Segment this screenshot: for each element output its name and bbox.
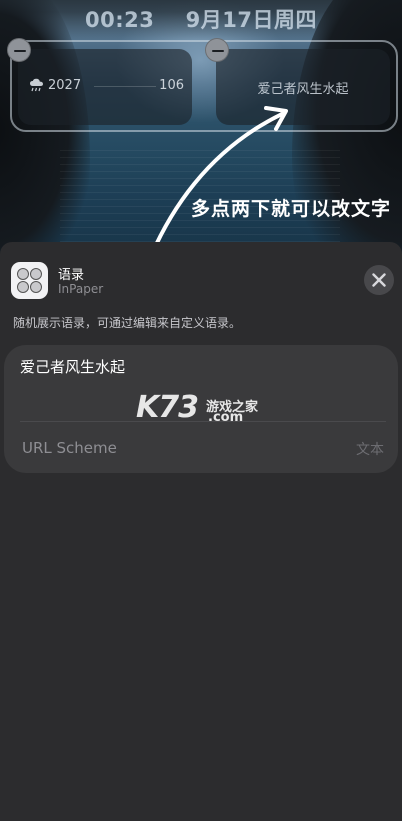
widget-app-name: InPaper bbox=[58, 282, 104, 296]
quote-widget-text: 爱己者风生水起 bbox=[257, 82, 349, 97]
widget-config-sheet: 语录 InPaper 随机展示语录，可通过编辑来自定义语录。 URL Schem… bbox=[0, 242, 402, 821]
weather-widget[interactable]: 2027 106 bbox=[18, 49, 192, 125]
lock-time: 00:23 bbox=[85, 8, 155, 32]
quote-text-field[interactable] bbox=[20, 357, 380, 375]
lock-date: 9月17日周四 bbox=[185, 8, 317, 32]
weather-divider-line bbox=[94, 86, 156, 87]
lock-screen-clock: 00:23 9月17日周四 bbox=[0, 4, 402, 34]
widget-title: 语录 bbox=[58, 268, 85, 283]
remove-quote-widget-button[interactable] bbox=[205, 38, 229, 62]
close-icon bbox=[372, 273, 386, 287]
remove-weather-widget-button[interactable] bbox=[7, 38, 31, 62]
close-button[interactable] bbox=[364, 265, 394, 295]
watermark-brand: K73 bbox=[136, 390, 199, 425]
k73-watermark: K73 游戏之家 .com bbox=[136, 390, 276, 428]
weather-right-value: 106 bbox=[159, 78, 184, 93]
watermark-domain: .com bbox=[208, 410, 244, 425]
url-scheme-label: URL Scheme bbox=[22, 439, 117, 457]
weather-left-value: 2027 bbox=[48, 78, 82, 93]
url-scheme-field[interactable]: 文本 bbox=[356, 439, 384, 459]
widget-description: 随机展示语录，可通过编辑来自定义语录。 bbox=[13, 316, 242, 330]
rain-cloud-icon bbox=[30, 78, 43, 92]
inpaper-app-icon bbox=[11, 262, 48, 299]
annotation-text: 多点两下就可以改文字 bbox=[191, 198, 392, 220]
quote-widget[interactable]: 爱己者风生水起 bbox=[216, 49, 390, 125]
